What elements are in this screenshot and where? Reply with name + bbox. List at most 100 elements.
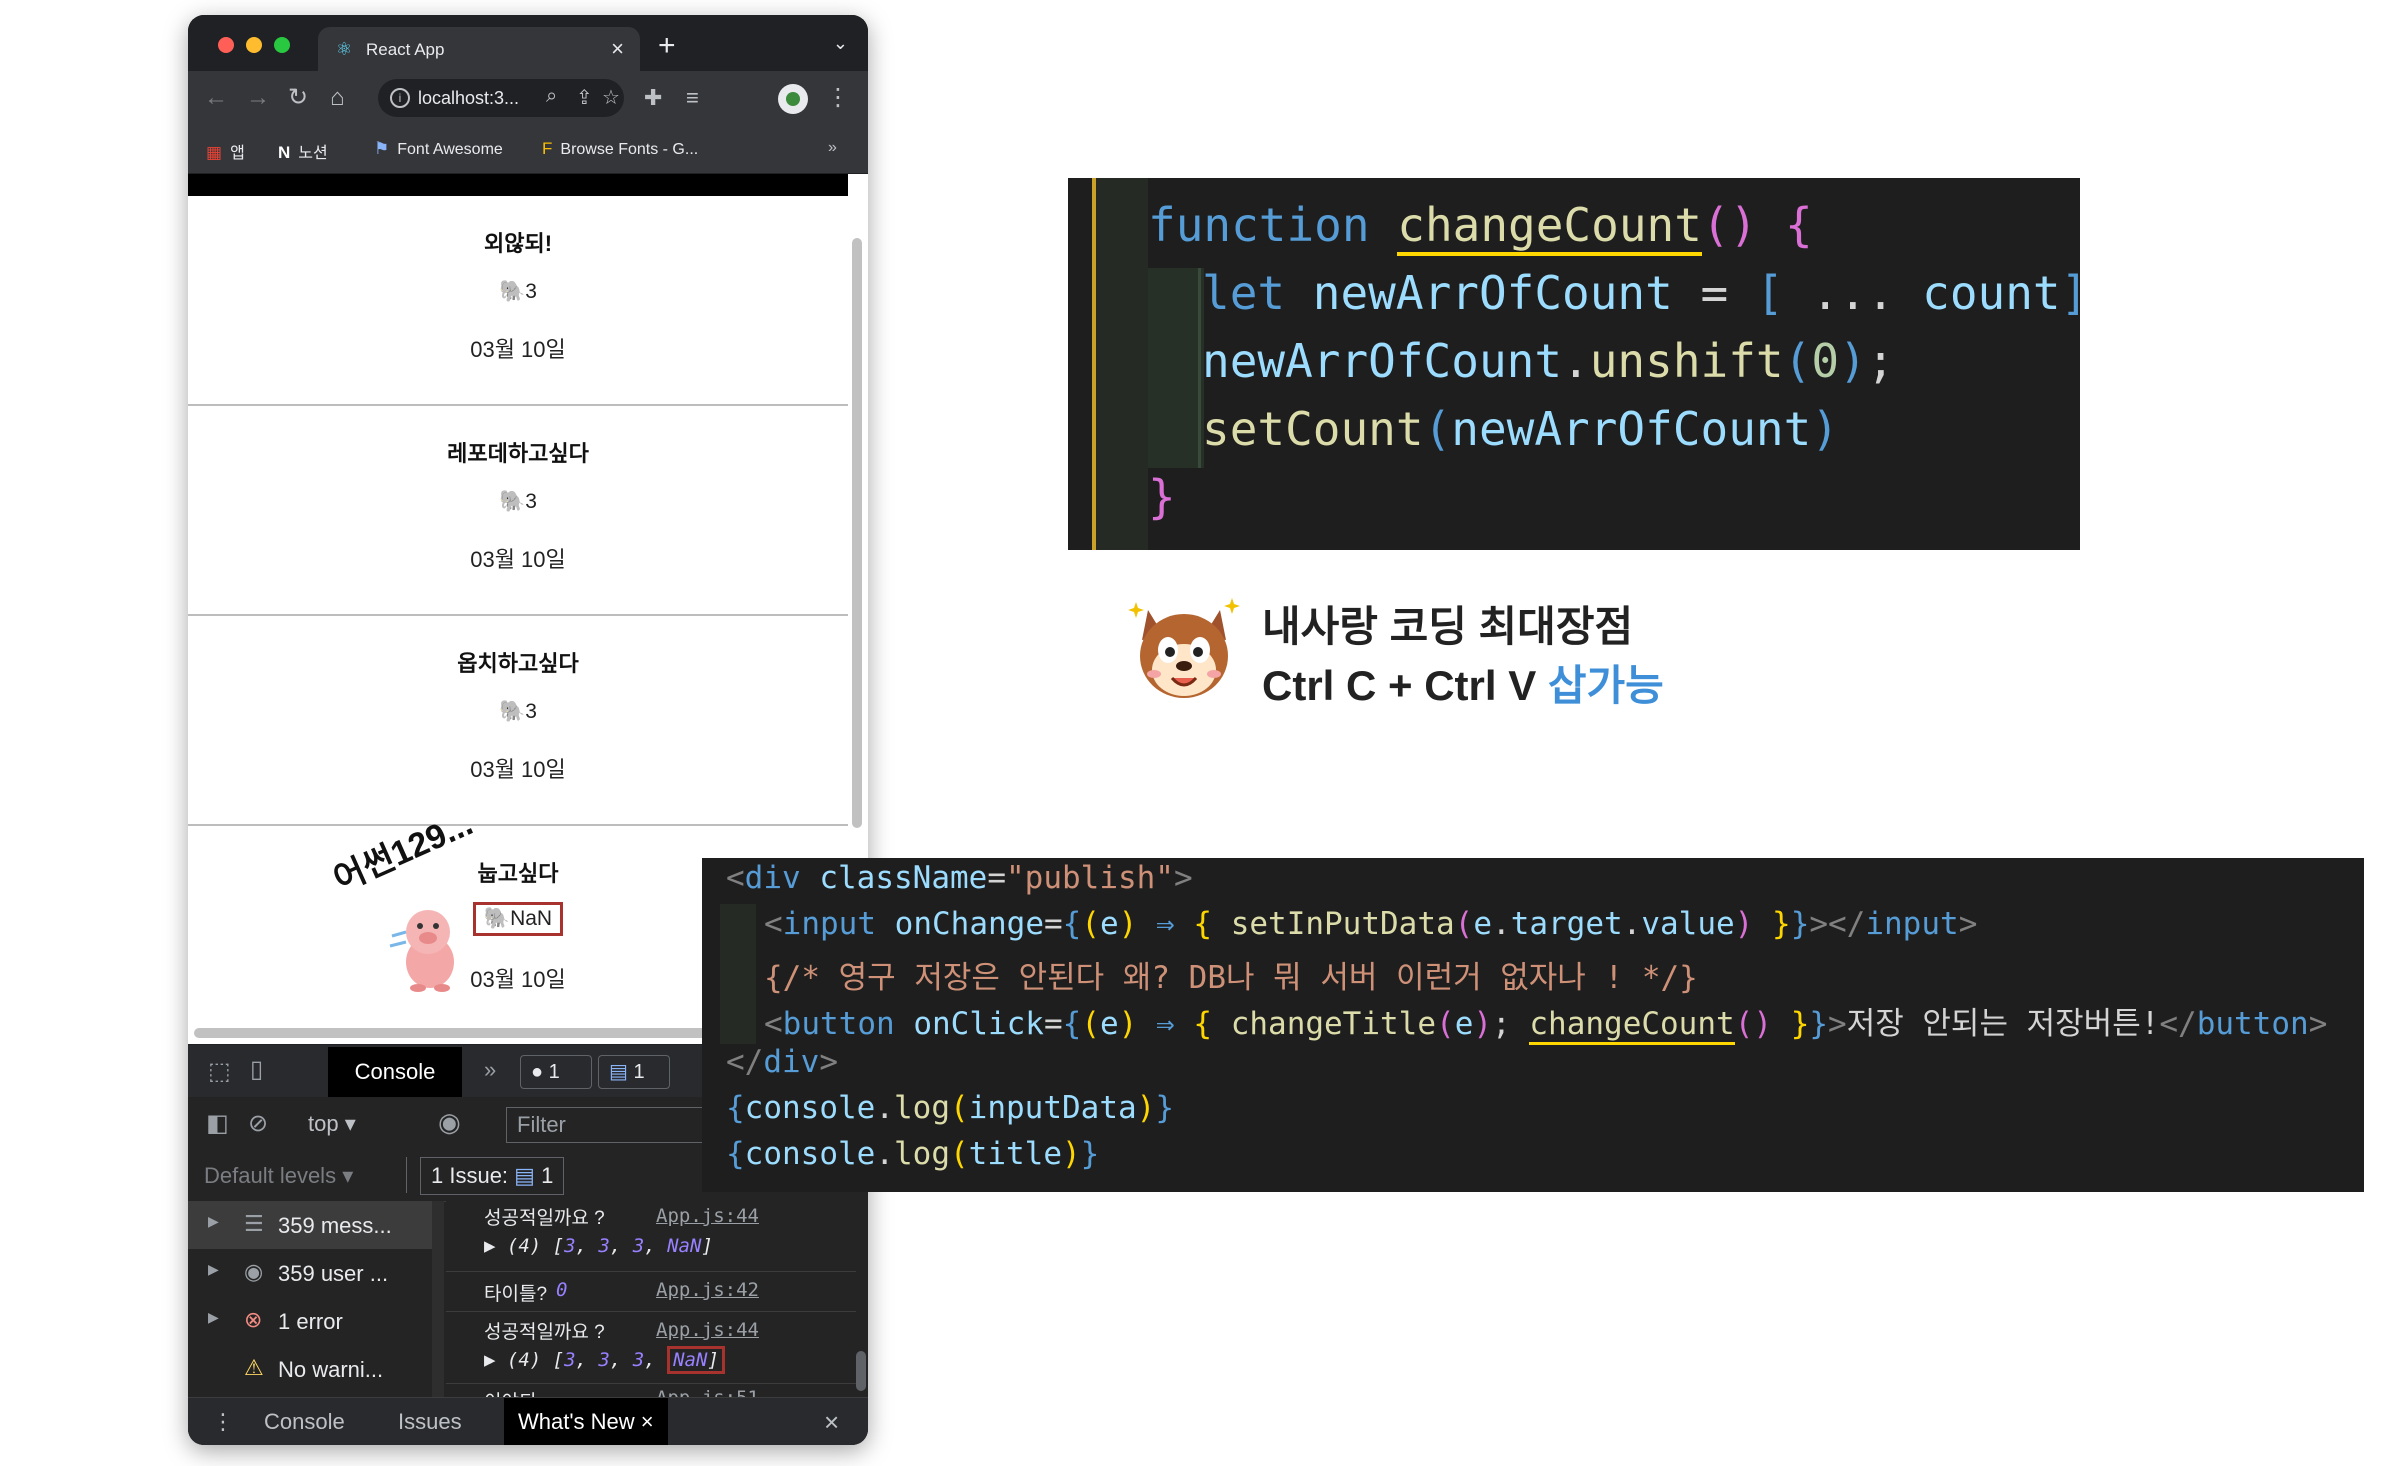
code-line: </div> [726, 1044, 838, 1080]
code-line: } [1148, 470, 1176, 524]
code-line: let newArrOfCount = [ ... count] [1202, 266, 2080, 320]
post-title[interactable]: 레포데하고싶다 [188, 436, 848, 468]
apps-grid-icon: ▦ [206, 143, 223, 162]
code-line: setCount(newArrOfCount) [1202, 402, 1839, 456]
error-icon: ⊗ [244, 1307, 263, 1332]
drawer-tab-issues[interactable]: Issues [398, 1398, 462, 1445]
log-entry[interactable]: 성공적일까요 ? App.js:44 ▶ (4) [3, 3, 3, NaN] [446, 1201, 856, 1272]
elephant-icon: 🐘 [483, 907, 511, 930]
error-counter[interactable]: ● 1 [520, 1055, 592, 1089]
home-icon[interactable]: ⌂ [330, 85, 345, 111]
like-counter[interactable]: 🐘3 [188, 700, 848, 724]
more-menu-icon[interactable]: ⋮ [826, 85, 850, 111]
address-bar[interactable]: i localhost:3... ⌕ ⇪ ☆ [378, 79, 624, 117]
post-title[interactable]: 옵치하고싶다 [188, 646, 848, 678]
indent-block [720, 904, 756, 1044]
minimize-window-button[interactable] [246, 37, 262, 53]
post-item[interactable]: 옵치하고싶다 🐘3 03월 10일 [188, 616, 848, 826]
close-window-button[interactable] [218, 37, 234, 53]
post-title[interactable]: 외않되! [188, 226, 848, 258]
drawer-menu-icon[interactable]: ⋮ [212, 1398, 234, 1445]
filter-input[interactable]: Filter [506, 1107, 718, 1143]
extensions-icon[interactable]: ✚ [644, 85, 662, 111]
zoom-icon[interactable]: ⌕ [546, 85, 557, 108]
url-text: localhost:3... [418, 88, 520, 108]
like-counter[interactable]: 🐘3 [188, 280, 848, 304]
clear-console-icon[interactable]: ⊘ [248, 1109, 268, 1138]
log-entry[interactable]: 이야되 App.js:51 [446, 1383, 856, 1397]
bookmark-apps[interactable]: ▦ 앱 [206, 139, 245, 163]
message-icon: ▤ [609, 1061, 628, 1083]
expand-arrow-icon[interactable]: ▶ [208, 1261, 219, 1278]
chevron-down-icon[interactable]: ⌄ [833, 33, 848, 54]
log-array[interactable]: ▶ (4) [3, 3, 3, NaN] [484, 1346, 725, 1374]
react-icon: ⚛ [336, 39, 353, 59]
code-line: function changeCount() { [1148, 198, 1813, 256]
close-tab-icon[interactable]: × [611, 36, 624, 62]
tab-react-app[interactable]: ⚛ React App × [318, 27, 640, 73]
browser-toolbar: ← → ↻ ⌂ i localhost:3... ⌕ ⇪ ☆ ✚ ≡ ⋮ [188, 71, 868, 127]
levels-dropdown[interactable]: Default levels ▾ [204, 1163, 353, 1189]
sidebar-item-messages[interactable]: ▶ ☰ 359 mess... [188, 1201, 432, 1249]
caption-line-1: 내사랑 코딩 최대장점 [1262, 603, 1634, 650]
star-icon[interactable]: ☆ [602, 85, 620, 110]
like-counter[interactable]: 🐘3 [188, 490, 848, 514]
notion-icon: N [278, 143, 291, 162]
tab-console[interactable]: Console [328, 1047, 462, 1097]
elephant-icon: 🐘 [499, 490, 526, 513]
info-icon[interactable]: i [390, 88, 410, 108]
post-item[interactable]: 레포데하고싶다 🐘3 03월 10일 [188, 406, 848, 616]
eye-icon[interactable]: ◉ [438, 1107, 461, 1138]
log-entry[interactable]: 타이틀? 0 App.js:42 [446, 1271, 856, 1312]
drawer-tab-whats-new[interactable]: What's New × [504, 1398, 668, 1445]
sidebar-item-errors[interactable]: ▶ ⊗ 1 error [208, 1297, 428, 1345]
sidebar-toggle-icon[interactable]: ◧ [206, 1109, 229, 1138]
error-dot-icon: ● [531, 1061, 544, 1083]
maximize-window-button[interactable] [274, 37, 290, 53]
new-tab-button[interactable]: + [658, 29, 676, 63]
device-toggle-icon[interactable]: ▯ [250, 1055, 263, 1084]
expand-arrow-icon[interactable]: ▶ [208, 1309, 219, 1326]
share-icon[interactable]: ⇪ [576, 85, 593, 110]
forward-icon[interactable]: → [246, 85, 270, 111]
back-icon[interactable]: ← [204, 85, 228, 111]
horizontal-scrollbar[interactable] [194, 1028, 714, 1038]
bookmark-notion[interactable]: N 노션 [278, 139, 328, 163]
sidebar-item-user-messages[interactable]: ▶ ◉ 359 user ... [208, 1249, 428, 1297]
code-snippet-changecount: function changeCount() { let newArrOfCou… [1068, 178, 2080, 550]
drawer-tab-console[interactable]: Console [264, 1398, 345, 1445]
close-tab-icon[interactable]: × [641, 1409, 654, 1434]
code-line: <div className="publish"> [726, 860, 1193, 896]
code-line: {console.log(inputData)} [726, 1090, 1174, 1126]
elephant-icon: 🐘 [499, 700, 526, 723]
bookmarks-overflow[interactable]: » [828, 139, 837, 157]
reload-icon[interactable]: ↻ [288, 85, 308, 111]
list-icon: ☰ [244, 1211, 264, 1236]
inspect-icon[interactable]: ⬚ [208, 1057, 231, 1086]
sidebar-resizer[interactable] [432, 1201, 444, 1397]
chipmunk-sticker-icon [1128, 598, 1240, 698]
expand-arrow-icon[interactable]: ▶ [208, 1213, 219, 1230]
message-counter[interactable]: ▤ 1 [598, 1055, 670, 1089]
log-scrollbar[interactable] [856, 1351, 866, 1391]
vertical-scrollbar[interactable] [852, 238, 862, 828]
code-line: <input onChange={(e) ⇒ { setInPutData(e.… [764, 906, 1978, 942]
warning-icon: ⚠ [244, 1355, 264, 1380]
log-array[interactable]: ▶ (4) [3, 3, 3, NaN] [484, 1235, 713, 1257]
post-item[interactable]: 외않되! 🐘3 03월 10일 [188, 196, 848, 406]
reading-list-icon[interactable]: ≡ [686, 85, 699, 111]
caption-line-2: Ctrl C + Ctrl V 삽가능 [1262, 662, 1664, 709]
indent-block [1148, 268, 1204, 468]
profile-avatar[interactable] [778, 84, 808, 114]
issues-button[interactable]: 1 Issue: ▤ 1 [420, 1157, 565, 1195]
page-header-bar [188, 174, 848, 196]
elephant-icon: 🐘 [499, 280, 526, 303]
context-selector[interactable]: top ▾ [308, 1111, 356, 1137]
divider [406, 1157, 407, 1193]
more-tabs-icon[interactable]: » [484, 1057, 496, 1083]
close-drawer-icon[interactable]: × [824, 1398, 839, 1445]
bookmark-font-awesome[interactable]: ⚑ Font Awesome [374, 139, 503, 159]
log-entry[interactable]: 성공적일까요 ? App.js:44 ▶ (4) [3, 3, 3, NaN] [446, 1311, 856, 1384]
sidebar-item-warnings[interactable]: ⚠ No warni... [208, 1345, 428, 1393]
bookmark-google-fonts[interactable]: F Browse Fonts - G... [542, 139, 698, 159]
